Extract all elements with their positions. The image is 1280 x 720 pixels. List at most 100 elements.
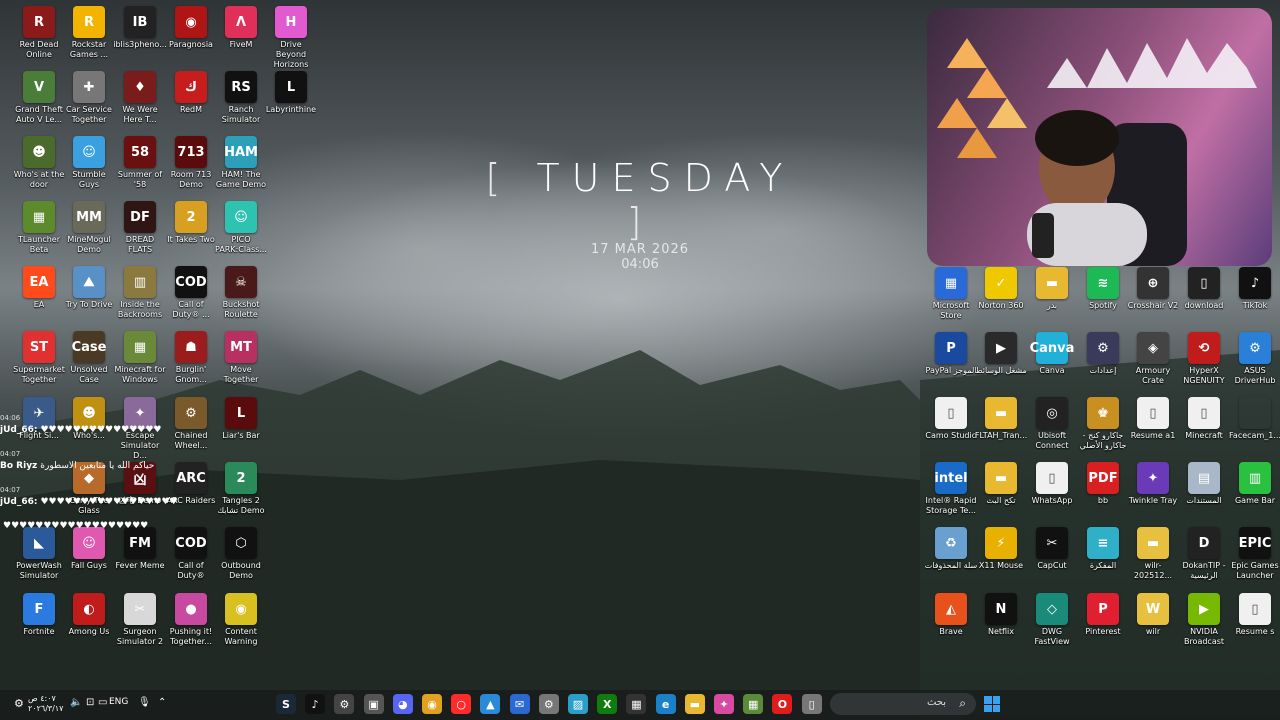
desktop-icon[interactable]: EA EA (12, 266, 66, 310)
desktop-icon[interactable]: ▦ Microsoft Store (924, 267, 978, 321)
desktop-icon[interactable]: ☺ PICO PARK:Class... (214, 201, 268, 255)
edge-icon[interactable]: e (655, 694, 676, 714)
desktop-icon[interactable]: IB iblis3pheno... (113, 6, 167, 50)
desktop-icon[interactable]: ≋ Spotify (1076, 267, 1130, 311)
desktop-icon[interactable]: P Pinterest (1076, 593, 1130, 637)
desktop-icon[interactable]: ك RedM (164, 71, 218, 115)
desktop-icon[interactable]: ◐ Among Us (62, 593, 116, 637)
desktop-icon[interactable]: ▶ مشغل الوسائط (974, 332, 1028, 376)
opera-gx-icon[interactable]: ○ (451, 694, 472, 714)
desktop-icon[interactable]: HAM HAM! The Game Demo (214, 136, 268, 190)
desktop-icon[interactable]: MM MineMogul Demo (62, 201, 116, 255)
desktop-icon[interactable]: ▯ Resume a1 (1126, 397, 1180, 441)
desktop-icon[interactable]: ♻ سلة المحذوفات (924, 527, 978, 571)
desktop-icon[interactable]: Case Unsolved Case (62, 331, 116, 385)
language-indicator[interactable]: ENG (109, 697, 128, 707)
chevron-up-icon[interactable]: ⌃ (158, 697, 166, 708)
microphone-icon[interactable]: 🎙 (138, 697, 151, 708)
clock[interactable]: ٤:٠٧ ص ٢٠٢٦/٣/١٧ (28, 694, 63, 714)
desktop-icon[interactable]: 2 Tangles 2 تشابك Demo (214, 462, 268, 516)
desktop-icon[interactable]: ⚙ إعدادات (1076, 332, 1130, 376)
desktop-icon[interactable]: ▬ تكح البث (974, 462, 1028, 506)
desktop-icon[interactable]: R Rockstar Games ... (62, 6, 116, 60)
desktop-icon[interactable]: ▯ Camo Studio (924, 397, 978, 441)
desktop-icon[interactable]: ≡ المفكرة (1076, 527, 1130, 571)
start-button[interactable] (984, 696, 1000, 712)
volume-icon[interactable]: 🔈 (70, 697, 82, 708)
desktop-icon[interactable]: ✂ Surgeon Simulator 2 (113, 593, 167, 647)
desktop-icon[interactable]: ✂ CapCut (1025, 527, 1079, 571)
desktop-icon[interactable]: ♪ TikTok (1228, 267, 1280, 311)
network-icon[interactable]: ⊡ (86, 697, 94, 708)
desktop-icon[interactable]: ▯ WhatsApp (1025, 462, 1079, 506)
desktop-icon[interactable]: ⟲ HyperX NGENUITY (1177, 332, 1231, 386)
desktop-icon[interactable]: ☗ Burglin' Gnom... (164, 331, 218, 385)
desktop-icon[interactable]: intel Intel® Rapid Storage Te... (924, 462, 978, 516)
desktop-icon[interactable]: ☠ Buckshot Roulette (214, 266, 268, 320)
desktop-icon[interactable]: ⬡ Outbound Demo (214, 527, 268, 581)
desktop-icon[interactable]: ◎ Ubisoft Connect (1025, 397, 1079, 451)
desktop-icon[interactable]: V Grand Theft Auto V Le... (12, 71, 66, 125)
desktop-icon[interactable]: ▬ FLTAH_Tran... (974, 397, 1028, 441)
desktop-icon[interactable]: ♚ جاكارو كنج - جاكارو الأصلي (1076, 397, 1130, 451)
desktop-icon[interactable]: ▥ Game Bar (1228, 462, 1280, 506)
desktop-icon[interactable]: D DokanTIP - الرئيسية (1177, 527, 1231, 581)
desktop-icon[interactable]: 58 Summer of '58 (113, 136, 167, 190)
desktop-icon[interactable]: H Drive Beyond Horizons (264, 6, 318, 70)
desktop-icon[interactable]: ▶ NVIDIA Broadcast (1177, 593, 1231, 647)
desktop-icon[interactable]: ▥ Inside the Backrooms (113, 266, 167, 320)
desktop-icon[interactable]: ☺ Stumble Guys (62, 136, 116, 190)
desktop-icon[interactable]: ⚙ Chained Wheel... (164, 397, 218, 451)
desktop-icon[interactable]: ◉ Paragnosia (164, 6, 218, 50)
desktop-icon[interactable]: L Labyrinthine (264, 71, 318, 115)
chrome-icon[interactable]: ◉ (422, 694, 442, 714)
desktop-icon[interactable]: Facecam_1... (1228, 397, 1280, 441)
desktop-icon[interactable]: ⚡ X11 Mouse (974, 527, 1028, 571)
desktop-icon[interactable]: N Netflix (974, 593, 1028, 637)
desktop-icon[interactable]: EPIC Epic Games Launcher (1228, 527, 1280, 581)
desktop-icon[interactable]: ▦ TLauncher Beta (12, 201, 66, 255)
desktop-icon[interactable]: ◭ Brave (924, 593, 978, 637)
desktop-icon[interactable]: Canva Canva (1025, 332, 1079, 376)
desktop-icon[interactable]: ▯ Minecraft (1177, 397, 1231, 441)
notepad-icon[interactable]: ▯ (801, 694, 822, 714)
desktop-icon[interactable]: F Fortnite (12, 593, 66, 637)
desktop-icon[interactable]: PDF bb (1076, 462, 1130, 506)
desktop-icon[interactable]: ⊕ Crosshair V2 (1126, 267, 1180, 311)
xbox-icon[interactable]: X (597, 694, 618, 714)
desktop-icon[interactable]: ✚ Car Service Together (62, 71, 116, 125)
minecraft-icon[interactable]: ▦ (743, 694, 764, 714)
desktop-icon[interactable]: COD Call of Duty® ... (164, 266, 218, 320)
photos-icon[interactable]: ▲ (480, 694, 501, 714)
desktop-icon[interactable]: COD Call of Duty® (164, 527, 218, 581)
photo-viewer-icon[interactable]: ▨ (568, 694, 588, 714)
desktop-icon[interactable]: RS Ranch Simulator (214, 71, 268, 125)
mail-icon[interactable]: ✉ (509, 694, 530, 714)
desktop-icon[interactable]: ▦ Minecraft for Windows (113, 331, 167, 385)
steam-icon[interactable]: S (276, 694, 296, 714)
desktop-icon[interactable]: 2 It Takes Two (164, 201, 218, 245)
desktop-icon[interactable]: ✓ Norton 360 (974, 267, 1028, 311)
desktop-icon[interactable]: ◇ DWG FastView (1025, 593, 1079, 647)
battery-icon[interactable]: ▭ (98, 697, 107, 708)
desktop-icon[interactable]: MT Move Together (214, 331, 268, 385)
desktop-icon[interactable]: DF DREAD FLATS (113, 201, 167, 255)
explorer-icon[interactable]: ▬ (684, 694, 705, 714)
desktop-icon[interactable]: ♦ We Were Here T... (113, 71, 167, 125)
desktop-icon[interactable]: ⛰ Try To Drive (62, 266, 116, 310)
taskbar-search[interactable]: بحث ⌕ (830, 693, 976, 715)
settings-icon[interactable]: ⚙ (538, 694, 559, 714)
desktop-icon[interactable]: ☻ Who's at the door (12, 136, 66, 190)
store-icon[interactable]: ▦ (626, 694, 647, 714)
desktop-icon[interactable]: ▯ download (1177, 267, 1231, 311)
desktop-icon[interactable]: ✦ Twinkle Tray (1126, 462, 1180, 506)
desktop-icon[interactable]: 713 Room 713 Demo (164, 136, 218, 190)
settings-tray-icon[interactable]: ⚙ (14, 697, 24, 710)
steelseries-icon[interactable]: ⚙ (334, 694, 355, 714)
desktop-icon[interactable]: ● Pushing it! Together... (164, 593, 218, 647)
desktop-icon[interactable]: ▬ بدر (1025, 267, 1079, 311)
desktop-icon[interactable]: L Liar's Bar (214, 397, 268, 441)
copilot-icon[interactable]: ✦ (714, 694, 734, 714)
opera-icon[interactable]: O (772, 694, 793, 714)
desktop-icon[interactable]: ⚙ ASUS DriverHub (1228, 332, 1280, 386)
